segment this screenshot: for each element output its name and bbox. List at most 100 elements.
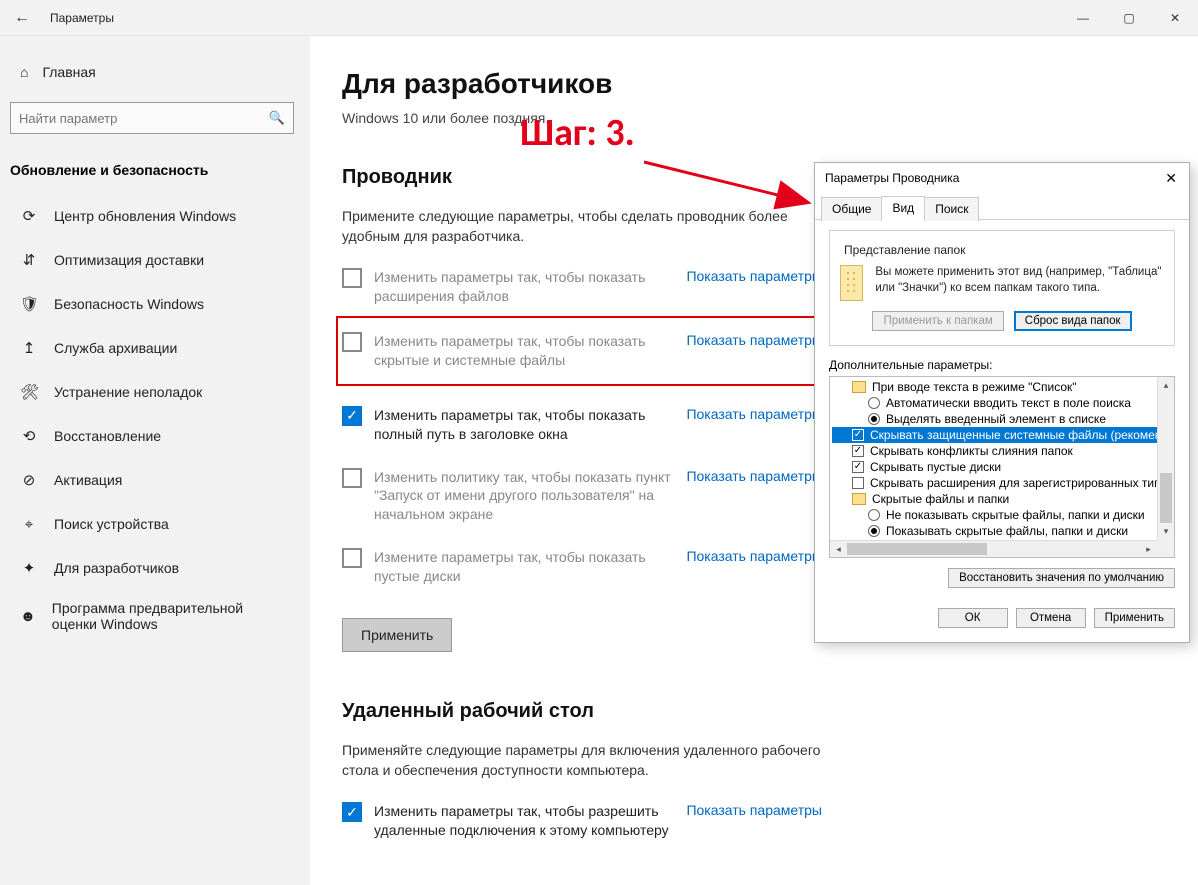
sidebar-item-find-device[interactable]: ⌖Поиск устройства — [0, 502, 310, 546]
checkbox-icon[interactable]: ✓ — [342, 802, 362, 822]
ok-button[interactable]: ОК — [938, 608, 1008, 628]
radio-icon — [868, 397, 880, 409]
option-allow-remote: ✓ Изменить параметры так, чтобы разрешит… — [342, 802, 822, 840]
folder-icon — [840, 265, 863, 301]
checkbox-icon — [852, 445, 864, 457]
show-settings-link[interactable]: Показать параметры — [686, 332, 822, 348]
scroll-right-icon[interactable]: ▸ — [1140, 541, 1157, 557]
radio-icon — [868, 413, 880, 425]
close-button[interactable]: ✕ — [1152, 0, 1198, 36]
back-button[interactable]: ← — [0, 9, 44, 27]
scroll-down-icon[interactable]: ▾ — [1158, 523, 1174, 540]
checkbox-icon[interactable] — [342, 548, 362, 568]
insider-icon: ☻ — [20, 608, 36, 625]
page-title: Для разработчиков — [342, 68, 1158, 100]
dialog-title: Параметры Проводника — [825, 171, 959, 185]
recovery-icon: ⟲ — [20, 427, 38, 445]
restore-defaults-button[interactable]: Восстановить значения по умолчанию — [948, 568, 1175, 588]
reset-folders-button[interactable]: Сброс вида папок — [1014, 311, 1132, 331]
sidebar-item-windows-security[interactable]: 🛡Безопасность Windows — [0, 282, 310, 326]
show-settings-link[interactable]: Показать параметры — [686, 268, 822, 284]
wrench-icon: 🛠 — [20, 383, 38, 401]
radio-icon — [868, 525, 880, 537]
show-settings-link[interactable]: Показать параметры — [686, 468, 822, 484]
sidebar-item-insider[interactable]: ☻Программа предварительной оценки Window… — [0, 590, 310, 642]
home-icon: ⌂ — [20, 64, 28, 80]
scroll-thumb[interactable] — [1160, 473, 1172, 523]
radio-icon — [868, 509, 880, 521]
search-input[interactable] — [19, 111, 269, 126]
tree-group: Скрытые файлы и папки — [832, 491, 1172, 507]
horizontal-scrollbar[interactable]: ◂▸ — [830, 540, 1157, 557]
sidebar-item-backup[interactable]: ↥Служба архивации — [0, 326, 310, 370]
window-title: Параметры — [44, 11, 114, 25]
tree-radio[interactable]: Показывать скрытые файлы, папки и диски — [832, 523, 1172, 539]
scroll-up-icon[interactable]: ▴ — [1158, 377, 1174, 394]
sidebar-group-header: Обновление и безопасность — [0, 152, 310, 194]
checkbox-icon — [852, 477, 864, 489]
tab-general[interactable]: Общие — [821, 197, 882, 221]
show-settings-link[interactable]: Показать параметры — [686, 548, 822, 564]
folder-options-dialog: Параметры Проводника ✕ Общие Вид Поиск П… — [814, 162, 1190, 643]
option-show-hidden-files: Изменить параметры так, чтобы показать с… — [342, 332, 822, 370]
apply-button[interactable]: Применить — [1094, 608, 1175, 628]
checkbox-icon[interactable] — [342, 332, 362, 352]
checkbox-icon[interactable] — [342, 268, 362, 288]
option-show-full-path: ✓ Изменить параметры так, чтобы показать… — [342, 406, 822, 444]
dialog-close-button[interactable]: ✕ — [1159, 170, 1183, 187]
sidebar-item-delivery-optimization[interactable]: ⇵Оптимизация доставки — [0, 238, 310, 282]
cancel-button[interactable]: Отмена — [1016, 608, 1086, 628]
sync-icon: ⟳ — [20, 207, 38, 225]
activation-icon: ⊘ — [20, 471, 38, 489]
option-run-as-different-user: Изменить политику так, чтобы показать пу… — [342, 468, 822, 525]
shield-icon: 🛡 — [20, 295, 38, 313]
sidebar-home-label: Главная — [42, 64, 95, 80]
sidebar-item-troubleshoot[interactable]: 🛠Устранение неполадок — [0, 370, 310, 414]
backup-icon: ↥ — [20, 339, 38, 357]
tree-radio[interactable]: Выделять введенный элемент в списке — [832, 411, 1172, 427]
sidebar-home[interactable]: ⌂ Главная — [0, 56, 310, 88]
apply-button[interactable]: Применить — [342, 618, 452, 652]
tab-view[interactable]: Вид — [881, 196, 925, 220]
scroll-corner — [1157, 540, 1174, 557]
tree-checkbox[interactable]: Скрывать конфликты слияния папок — [832, 443, 1172, 459]
tree-checkbox[interactable]: Скрывать расширения для зарегистрированн… — [832, 475, 1172, 491]
tree-checkbox[interactable]: Скрывать пустые диски — [832, 459, 1172, 475]
search-icon: 🔍 — [269, 110, 285, 126]
vertical-scrollbar[interactable]: ▴▾ — [1157, 377, 1174, 540]
option-show-empty-drives: Измените параметры так, чтобы показать п… — [342, 548, 822, 586]
tree-checkbox[interactable]: Скрывать защищенные системные файлы (рек… — [832, 427, 1172, 443]
option-show-extensions: Изменить параметры так, чтобы показать р… — [342, 268, 822, 306]
search-box[interactable]: 🔍 — [10, 102, 294, 134]
explorer-section-desc: Примените следующие параметры, чтобы сде… — [342, 207, 822, 246]
rdp-section-title: Удаленный рабочий стол — [342, 700, 1158, 723]
maximize-button[interactable]: ▢ — [1106, 0, 1152, 36]
minimize-button[interactable]: — — [1060, 0, 1106, 36]
fieldset-legend: Представление папок — [840, 243, 969, 257]
sidebar: ⌂ Главная 🔍 Обновление и безопасность ⟳Ц… — [0, 36, 310, 885]
sidebar-item-activation[interactable]: ⊘Активация — [0, 458, 310, 502]
scroll-left-icon[interactable]: ◂ — [830, 541, 847, 557]
folder-icon — [852, 381, 866, 393]
dialog-titlebar[interactable]: Параметры Проводника ✕ — [815, 163, 1189, 193]
folder-icon — [852, 493, 866, 505]
scroll-thumb[interactable] — [847, 543, 987, 555]
tree-radio[interactable]: Автоматически вводить текст в поле поиск… — [832, 395, 1172, 411]
show-settings-link[interactable]: Показать параметры — [686, 802, 822, 818]
sidebar-item-recovery[interactable]: ⟲Восстановление — [0, 414, 310, 458]
find-icon: ⌖ — [20, 516, 38, 533]
checkbox-icon — [852, 429, 864, 441]
show-settings-link[interactable]: Показать параметры — [686, 406, 822, 422]
sidebar-item-windows-update[interactable]: ⟳Центр обновления Windows — [0, 194, 310, 238]
fieldset-text: Вы можете применить этот вид (например, … — [875, 265, 1164, 296]
apply-to-folders-button[interactable]: Применить к папкам — [872, 311, 1003, 331]
advanced-settings-tree[interactable]: При вводе текста в режиме "Список" Автом… — [829, 376, 1175, 558]
tree-group: При вводе текста в режиме "Список" — [832, 379, 1172, 395]
sidebar-item-for-developers[interactable]: ✦Для разработчиков — [0, 546, 310, 590]
tree-radio[interactable]: Не показывать скрытые файлы, папки и дис… — [832, 507, 1172, 523]
tab-search[interactable]: Поиск — [924, 197, 979, 221]
titlebar: ← Параметры — ▢ ✕ — [0, 0, 1198, 36]
checkbox-icon[interactable] — [342, 468, 362, 488]
checkbox-icon[interactable]: ✓ — [342, 406, 362, 426]
checkbox-icon — [852, 461, 864, 473]
